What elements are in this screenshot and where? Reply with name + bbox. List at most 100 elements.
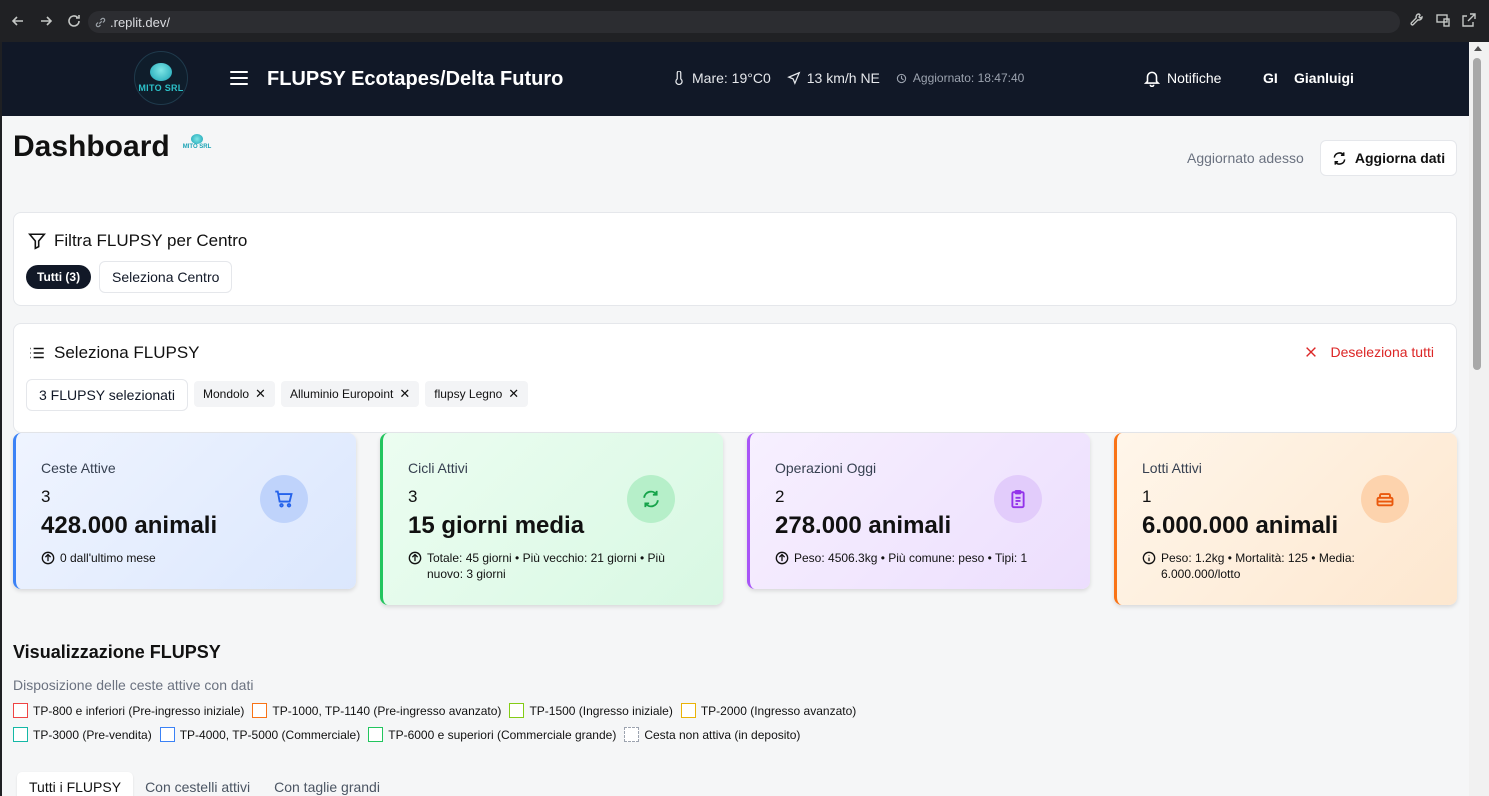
chip-label: Alluminio Europoint — [289, 387, 394, 401]
stat-count: 3 — [41, 487, 51, 506]
stat-card-active-cycles: Cicli Attivi 3 15 giorni media Totale: 4… — [380, 433, 723, 605]
stat-label: Operazioni Oggi — [775, 460, 877, 476]
external-link-icon[interactable] — [1461, 12, 1477, 28]
link-icon — [95, 17, 106, 27]
legend-swatch — [159, 727, 175, 742]
legend-label: TP-1000, TP-1140 (Pre-ingresso avanzato) — [272, 703, 502, 718]
wave-icon — [150, 63, 172, 81]
wave-icon — [191, 134, 203, 144]
stat-value: 428.000 animali — [41, 512, 218, 539]
chip-label: Mondolo — [203, 387, 250, 401]
remove-icon[interactable]: ✕ — [255, 386, 266, 402]
stat-value: 15 giorni media — [408, 512, 585, 539]
legend-label: TP-2000 (Ingresso avanzato) — [700, 703, 857, 718]
tab-all-flupsy[interactable]: Tutti i FLUPSY — [17, 772, 134, 796]
refresh-icon — [627, 475, 675, 523]
legend-swatch — [680, 703, 696, 718]
legend-label: TP-4000, TP-5000 (Commerciale) — [179, 727, 361, 742]
stat-card-active-baskets: Ceste Attive 3 428.000 animali 0 dall'ul… — [13, 433, 356, 589]
logo-text: MITO SRL — [138, 83, 184, 93]
back-arrow-icon[interactable] — [4, 7, 32, 35]
visualization-title: Visualizzazione FLUPSY — [13, 642, 221, 662]
legend-item: Cesta non attiva (in deposito) — [624, 727, 800, 742]
user-name[interactable]: Gianluigi — [1294, 70, 1354, 86]
legend-label: Cesta non attiva (in deposito) — [644, 727, 801, 742]
company-logo[interactable]: MITO SRL — [134, 51, 188, 105]
sea-temperature: Mare: 19°C0 — [692, 70, 771, 86]
flupsy-view-tabs: Tutti i FLUPSY Con cestelli attivi Con t… — [17, 772, 392, 796]
filter-title-text: Filtra FLUPSY per Centro — [54, 231, 248, 250]
stat-value: 6.000.000 animali — [1142, 512, 1339, 539]
user-avatar[interactable]: GI — [1263, 70, 1278, 86]
scroll-thumb[interactable] — [1473, 58, 1481, 370]
stat-subtext-text: Peso: 1.2kg • Mortalità: 125 • Media: 6.… — [1161, 551, 1355, 581]
deselect-all-button[interactable]: Deseleziona tutti — [1304, 344, 1434, 360]
stat-label: Lotti Attivi — [1142, 460, 1202, 476]
stat-subtext: Totale: 45 giorni • Più vecchio: 21 gior… — [408, 550, 668, 582]
legend-item: TP-1000, TP-1140 (Pre-ingresso avanzato) — [252, 703, 501, 718]
wind-info: 13 km/h NE — [806, 70, 880, 86]
page-viewport: MITO SRL FLUPSY Ecotapes/Delta Futuro Ma… — [2, 42, 1469, 796]
legend-item: TP-4000, TP-5000 (Commerciale) — [159, 727, 361, 742]
menu-icon[interactable] — [230, 71, 248, 85]
mini-logo-text: MITO SRL — [182, 144, 212, 150]
chip-label: flupsy Legno — [434, 387, 503, 401]
wrench-icon[interactable] — [1409, 12, 1425, 28]
stat-subtext: Peso: 1.2kg • Mortalità: 125 • Media: 6.… — [1142, 550, 1372, 582]
tab-large-sizes[interactable]: Con taglie grandi — [262, 772, 392, 796]
legend-item: TP-1500 (Ingresso iniziale) — [509, 703, 673, 718]
selected-count-dropdown[interactable]: 3 FLUPSY selezionati — [26, 379, 188, 411]
legend-swatch — [509, 703, 525, 718]
legend-item: TP-3000 (Pre-vendita) — [13, 727, 152, 742]
flupsy-selection-card: Seleziona FLUPSY Deseleziona tutti 3 FLU… — [13, 323, 1457, 433]
page-title: Dashboard — [13, 130, 170, 163]
selected-flupsy-chips: Mondolo ✕ Alluminio Europoint ✕ flupsy L… — [194, 381, 529, 407]
list-icon — [30, 347, 44, 359]
address-bar[interactable]: .replit.dev/ — [88, 11, 1400, 33]
select-center-button[interactable]: Seleziona Centro — [99, 261, 233, 293]
app-header: MITO SRL FLUPSY Ecotapes/Delta Futuro Ma… — [2, 42, 1469, 116]
vertical-scrollbar[interactable] — [1469, 42, 1489, 796]
clock-icon — [896, 73, 907, 83]
flupsy-chip: flupsy Legno ✕ — [425, 381, 529, 407]
thermometer-icon — [675, 71, 683, 85]
legend-swatch — [624, 727, 640, 742]
reload-icon[interactable] — [60, 7, 88, 35]
notifications-button[interactable]: Notifiche — [1143, 69, 1221, 87]
legend-label: TP-1500 (Ingresso iniziale) — [529, 703, 673, 718]
remove-icon[interactable]: ✕ — [508, 386, 519, 402]
visualization-subtitle: Disposizione delle ceste attive con dati — [13, 677, 254, 693]
stat-count: 3 — [408, 487, 418, 506]
stat-subtext-text: Totale: 45 giorni • Più vecchio: 21 gior… — [427, 551, 665, 581]
bell-icon — [1143, 71, 1161, 87]
forward-arrow-icon[interactable] — [32, 7, 60, 35]
tab-active-baskets[interactable]: Con cestelli attivi — [133, 772, 262, 796]
filter-icon — [28, 233, 46, 250]
legend-swatch — [13, 703, 28, 718]
notifications-label: Notifiche — [1167, 70, 1222, 86]
mini-logo: MITO SRL — [182, 134, 212, 160]
stat-label: Ceste Attive — [41, 460, 116, 476]
box-icon — [1361, 475, 1409, 523]
remove-icon[interactable]: ✕ — [399, 386, 410, 402]
navigation-icon — [786, 71, 801, 85]
legend-swatch — [252, 703, 268, 718]
legend-swatch — [13, 727, 28, 742]
selection-title: Seleziona FLUPSY — [28, 343, 200, 363]
all-centers-chip[interactable]: Tutti (3) — [26, 265, 92, 289]
stat-value: 278.000 animali — [775, 512, 952, 539]
scroll-up-icon[interactable] — [1474, 46, 1482, 51]
refresh-data-button[interactable]: Aggiorna dati — [1320, 140, 1457, 176]
cart-icon — [260, 475, 308, 523]
selection-title-text: Seleziona FLUPSY — [54, 343, 200, 362]
legend-label: TP-800 e inferiori (Pre-ingresso inizial… — [33, 703, 245, 718]
legend-swatch — [368, 727, 384, 742]
stat-subtext: 0 dall'ultimo mese — [41, 550, 301, 566]
stat-card-operations-today: Operazioni Oggi 2 278.000 animali Peso: … — [747, 433, 1090, 589]
filter-title: Filtra FLUPSY per Centro — [28, 231, 247, 251]
stat-subtext-text: Peso: 4506.3kg • Più comune: peso • Tipi… — [794, 551, 1028, 565]
legend-item: TP-6000 e superiori (Commerciale grande) — [368, 727, 616, 742]
url-text: .replit.dev/ — [110, 14, 170, 30]
legend-item: TP-2000 (Ingresso avanzato) — [680, 703, 857, 718]
devices-icon[interactable] — [1435, 12, 1451, 28]
